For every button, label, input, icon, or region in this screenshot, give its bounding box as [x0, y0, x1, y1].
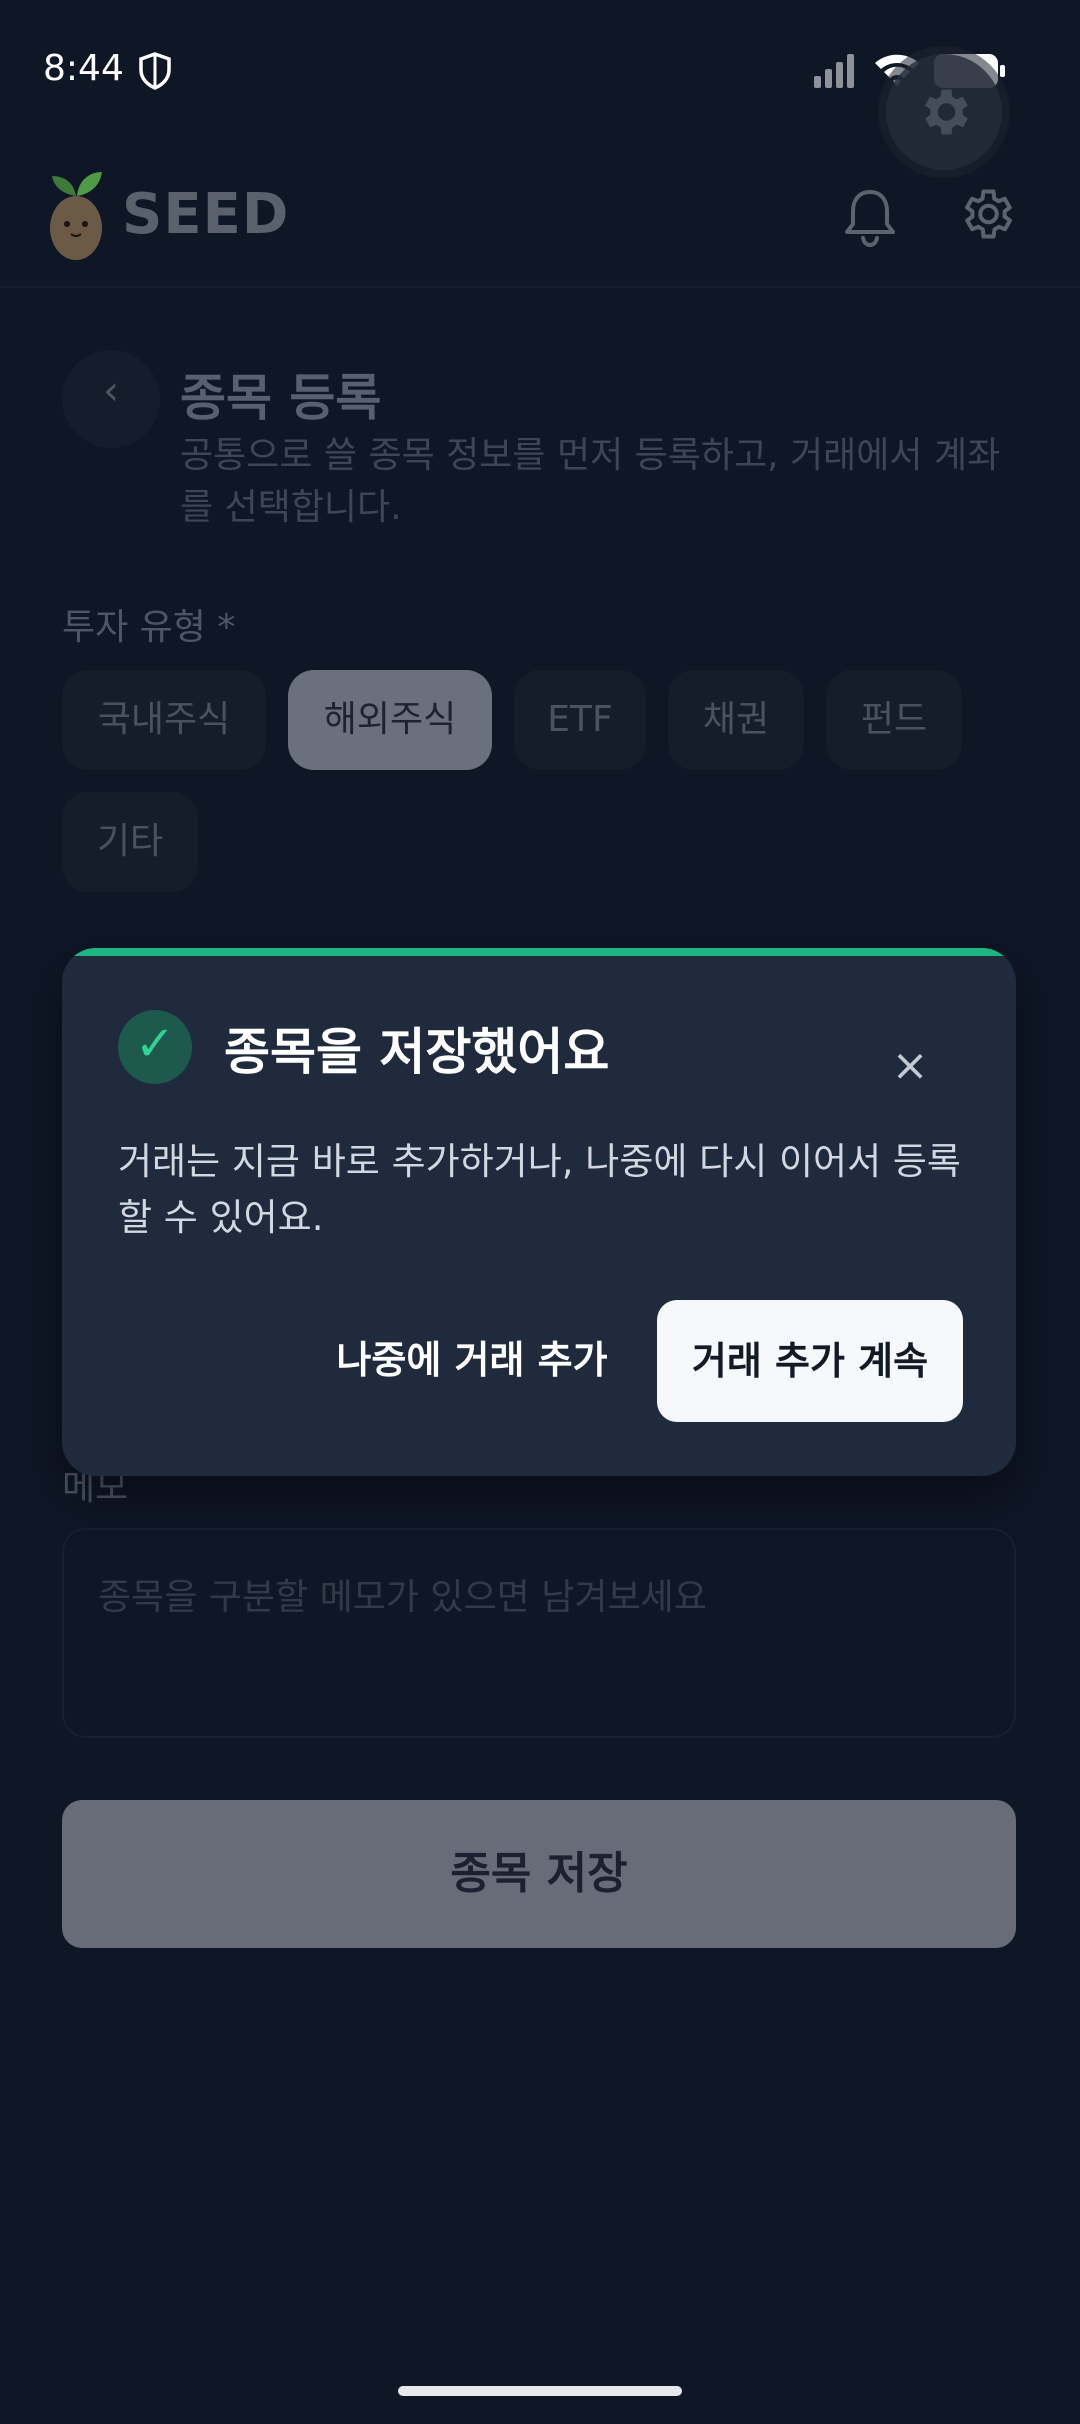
- gear-icon: [925, 89, 968, 135]
- close-icon[interactable]: ×: [882, 1038, 938, 1094]
- invest-type-label: 투자 유형 *: [62, 607, 236, 648]
- continue-add-trade-button[interactable]: 거래 추가 계속: [657, 1300, 963, 1422]
- shield-icon: [139, 52, 171, 90]
- saved-toast: ✓ 종목을 저장했어요 × 거래는 지금 바로 추가하거나, 나중에 다시 이어…: [62, 948, 1016, 1476]
- app-header: SEED: [0, 150, 1080, 288]
- check-glyph: ✓: [134, 1016, 176, 1072]
- memo-placeholder: 종목을 구분할 메모가 있으면 남겨보세요: [98, 1577, 707, 1618]
- home-indicator[interactable]: [398, 2386, 682, 2396]
- page-title: 종목 등록: [180, 369, 382, 427]
- chip-other[interactable]: 기타: [62, 792, 198, 892]
- toast-accent-bar: [62, 948, 1016, 956]
- status-time: 8:44: [43, 48, 124, 89]
- seed-logo: [50, 172, 102, 260]
- chip-etf[interactable]: ETF: [514, 670, 646, 770]
- bell-icon[interactable]: [842, 186, 898, 248]
- add-trade-later-button[interactable]: 나중에 거래 추가: [302, 1300, 642, 1420]
- back-button[interactable]: ‹: [62, 350, 160, 448]
- chip-foreign-stock[interactable]: 해외주식: [288, 670, 492, 770]
- back-icon: ‹: [103, 368, 119, 414]
- signal-icon: [814, 54, 854, 88]
- toast-message: 거래는 지금 바로 추가하거나, 나중에 다시 이어서 등록할 수 있어요.: [118, 1140, 961, 1239]
- memo-input[interactable]: 종목을 구분할 메모가 있으면 남겨보세요: [62, 1528, 1016, 1738]
- chip-domestic-stock[interactable]: 국내주식: [62, 670, 266, 770]
- gear-icon[interactable]: [956, 184, 1016, 244]
- check-icon: ✓: [118, 1010, 192, 1084]
- toast-title: 종목을 저장했어요: [224, 1023, 610, 1081]
- save-stock-button[interactable]: 종목 저장: [62, 1800, 1016, 1948]
- page-subtitle: 공통으로 쓸 종목 정보를 먼저 등록하고, 거래에서 계좌를 선택합니다.: [180, 435, 1001, 528]
- chip-fund[interactable]: 펀드: [826, 670, 962, 770]
- chip-bond[interactable]: 채권: [668, 670, 804, 770]
- app-name: SEED: [122, 182, 290, 247]
